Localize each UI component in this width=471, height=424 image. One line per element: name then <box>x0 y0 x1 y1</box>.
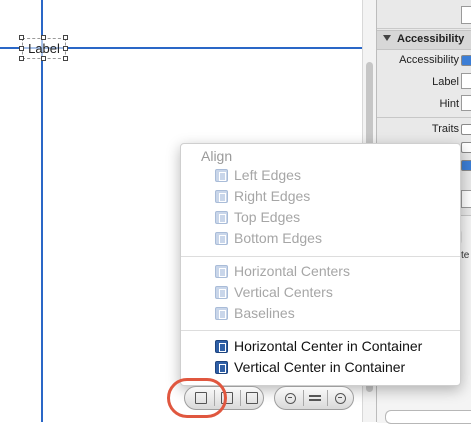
align-horizontal-centers-icon <box>215 264 228 278</box>
menu-item-label: Bottom Edges <box>234 230 322 246</box>
menu-item-bottom-edges[interactable]: Bottom Edges <box>215 228 322 248</box>
menu-separator <box>181 330 460 331</box>
menu-item-label: Vertical Center in Container <box>234 359 406 375</box>
menu-separator <box>181 256 460 257</box>
inspector-top-row <box>377 0 471 29</box>
zoom-actual-size-icon <box>309 395 321 401</box>
resize-handle-bottom-left[interactable] <box>19 56 24 61</box>
accessibility-section-header[interactable]: Accessibility <box>377 30 471 50</box>
zoom-actual-size-button[interactable] <box>304 387 326 409</box>
menu-item-label: Horizontal Center in Container <box>234 338 423 354</box>
menu-item-label: Top Edges <box>234 209 301 225</box>
resize-handle-bottom[interactable] <box>41 56 46 61</box>
resize-handle-top-right[interactable] <box>63 35 68 40</box>
accessibility-hint-label: Hint <box>439 98 459 110</box>
menu-item-label: Left Edges <box>234 167 301 183</box>
trait-checkbox-2[interactable] <box>461 142 471 153</box>
accessibility-enabled-label: Accessibility <box>399 54 459 66</box>
menu-item-label: Right Edges <box>234 188 311 204</box>
disclosure-triangle-icon[interactable] <box>383 35 391 41</box>
resolve-issues-button[interactable] <box>241 387 263 409</box>
resolve-icon <box>246 392 258 404</box>
menu-item-right-edges[interactable]: Right Edges <box>215 186 310 206</box>
zoom-in-button[interactable] <box>328 387 352 409</box>
align-bottom-edges-icon <box>215 231 228 245</box>
menu-item-horizontal-center-in-container[interactable]: Horizontal Center in Container <box>215 336 422 356</box>
align-vertical-centers-icon <box>215 285 228 299</box>
menu-item-vertical-centers[interactable]: Vertical Centers <box>215 282 333 302</box>
label-element-text: Label <box>28 41 60 56</box>
trait-checkbox-3[interactable] <box>461 160 471 171</box>
accessibility-enabled-checkbox[interactable] <box>461 55 471 66</box>
inspector-divider <box>377 117 471 118</box>
accessibility-traits-label: Traits <box>431 123 459 135</box>
center-vertical-container-icon <box>215 360 228 374</box>
align-menu-title: Align <box>201 148 233 164</box>
vertical-center-guide <box>41 0 43 422</box>
resize-handle-bottom-right[interactable] <box>63 56 68 61</box>
menu-item-horizontal-centers[interactable]: Horizontal Centers <box>215 261 350 281</box>
inspector-top-field[interactable] <box>461 6 471 24</box>
menu-item-vertical-center-in-container[interactable]: Vertical Center in Container <box>215 357 405 377</box>
center-horizontal-container-icon <box>215 339 228 353</box>
resize-handle-top-left[interactable] <box>19 35 24 40</box>
align-left-edges-icon <box>215 168 228 182</box>
menu-item-label: Baselines <box>234 305 295 321</box>
accessibility-label-label: Label <box>432 76 459 88</box>
menu-item-left-edges[interactable]: Left Edges <box>215 165 301 185</box>
library-text-fragment: te <box>461 250 470 261</box>
resize-handle-right[interactable] <box>63 46 68 51</box>
resize-handle-top[interactable] <box>41 35 46 40</box>
menu-item-label: Vertical Centers <box>234 284 333 300</box>
accessibility-label-field[interactable] <box>461 73 471 89</box>
accessibility-hint-field[interactable] <box>461 95 471 111</box>
inspector-button-fragment[interactable] <box>461 190 471 208</box>
trait-checkbox-1[interactable] <box>461 124 471 135</box>
align-top-edges-icon <box>215 210 228 224</box>
resize-handle-left[interactable] <box>19 46 24 51</box>
zoom-in-icon <box>334 392 346 404</box>
zoom-out-icon <box>284 392 296 404</box>
zoom-button-group <box>274 386 354 410</box>
align-menu: Align Left Edges Right Edges Top Edges B… <box>180 143 461 386</box>
menu-item-baselines[interactable]: Baselines <box>215 303 295 323</box>
align-button-highlight-circle <box>167 378 227 418</box>
accessibility-section-title: Accessibility <box>397 33 465 45</box>
zoom-out-button[interactable] <box>278 387 302 409</box>
align-right-edges-icon <box>215 189 228 203</box>
align-baselines-icon <box>215 306 228 320</box>
menu-item-top-edges[interactable]: Top Edges <box>215 207 300 227</box>
menu-item-label: Horizontal Centers <box>234 263 350 279</box>
